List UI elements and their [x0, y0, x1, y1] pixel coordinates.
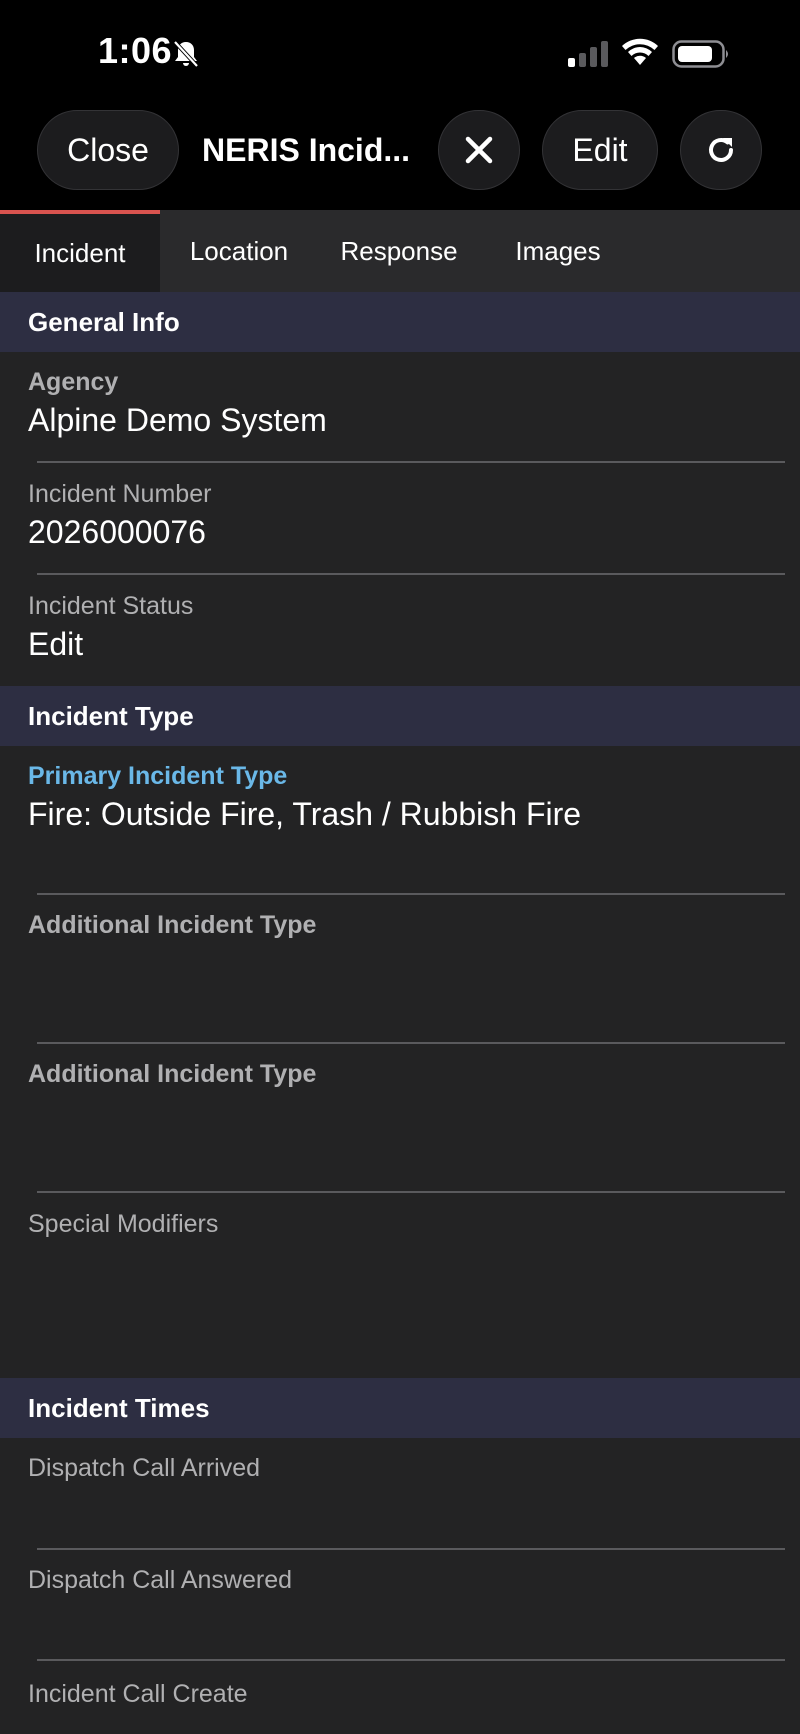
incident-call-create-label: Incident Call Create: [28, 1680, 248, 1702]
tab-response[interactable]: Response: [326, 210, 472, 292]
special-modifiers-label: Special Modifiers: [28, 1210, 219, 1238]
agency-value[interactable]: Alpine Demo System: [28, 402, 327, 439]
cancel-button[interactable]: [438, 110, 520, 190]
primary-incident-type-field[interactable]: Fire: Outside Fire, Trash / Rubbish Fire: [28, 796, 581, 833]
additional-incident-type-1-label: Additional Incident Type: [28, 911, 317, 939]
divider: [37, 893, 785, 895]
tab-location[interactable]: Location: [168, 210, 310, 292]
special-modifiers-field[interactable]: [28, 1244, 768, 1354]
additional-incident-type-2-field[interactable]: [28, 1094, 768, 1174]
battery-icon: [672, 40, 728, 68]
tab-bar: Incident Location Response Images: [0, 210, 800, 292]
agency-label: Agency: [28, 368, 119, 396]
divider: [37, 461, 785, 463]
divider: [37, 1191, 785, 1193]
tab-images[interactable]: Images: [498, 210, 618, 292]
edit-button[interactable]: Edit: [542, 110, 658, 190]
section-header-general-info: General Info: [0, 292, 800, 352]
additional-incident-type-1-field[interactable]: [28, 945, 768, 1025]
close-icon: [465, 136, 493, 164]
dispatch-call-answered-label: Dispatch Call Answered: [28, 1566, 293, 1594]
bell-muted-icon: [173, 40, 199, 68]
incident-status-label: Incident Status: [28, 592, 194, 620]
additional-incident-type-2-label: Additional Incident Type: [28, 1060, 317, 1088]
dispatch-call-arrived-label: Dispatch Call Arrived: [28, 1454, 261, 1482]
divider: [37, 1659, 785, 1661]
incident-status-value[interactable]: Edit: [28, 626, 83, 663]
dispatch-call-answered-field[interactable]: [28, 1600, 768, 1650]
page-title: NERIS Incid...: [202, 131, 411, 168]
close-button[interactable]: Close: [37, 110, 179, 190]
divider: [37, 1042, 785, 1044]
section-header-incident-type: Incident Type: [0, 686, 800, 746]
form-content: General Info Agency Alpine Demo System I…: [0, 292, 800, 1702]
primary-incident-type-label: Primary Incident Type: [28, 762, 288, 790]
status-bar: 1:06: [0, 0, 800, 100]
divider: [37, 573, 785, 575]
incident-number-label: Incident Number: [28, 480, 212, 508]
refresh-button[interactable]: [680, 110, 762, 190]
top-toolbar: Close NERIS Incid... Edit: [0, 100, 800, 210]
dispatch-call-arrived-field[interactable]: [28, 1488, 768, 1538]
incident-number-value[interactable]: 2026000076: [28, 514, 206, 551]
bottom-safe-area: [0, 1702, 800, 1734]
cellular-signal-icon: [568, 41, 608, 67]
status-time: 1:06: [98, 30, 173, 71]
tab-incident[interactable]: Incident: [0, 210, 160, 292]
wifi-icon: [622, 38, 658, 65]
divider: [37, 1548, 785, 1550]
refresh-icon: [709, 138, 733, 162]
section-header-incident-times: Incident Times: [0, 1378, 800, 1438]
